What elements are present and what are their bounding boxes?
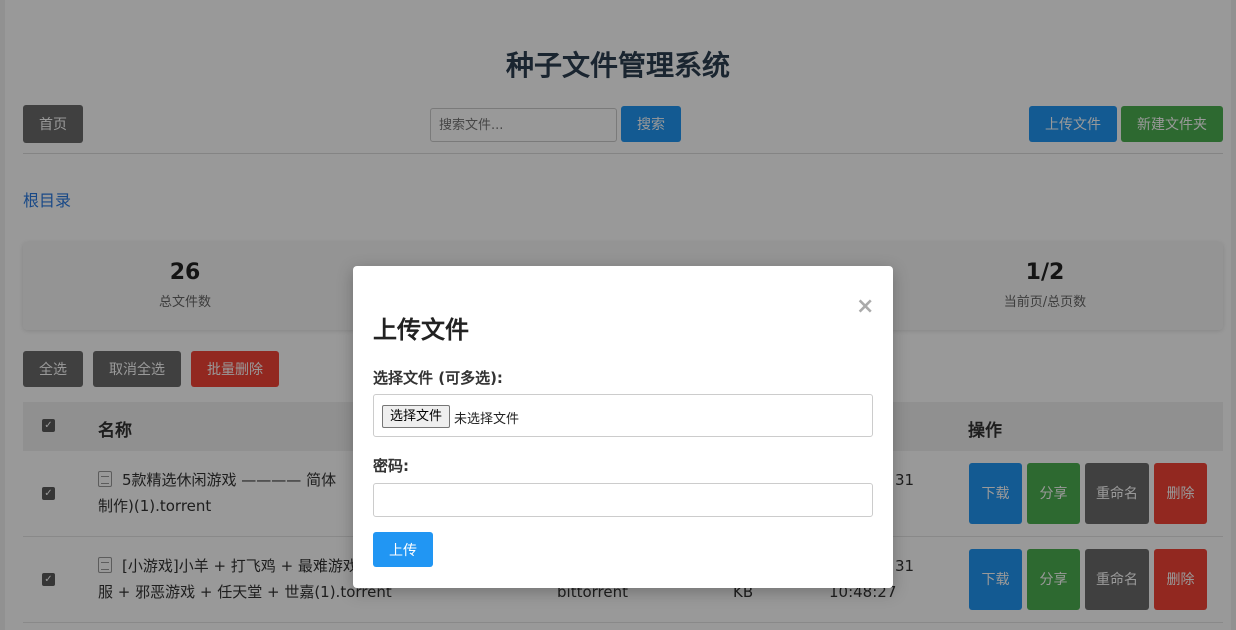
password-label: 密码: [373, 457, 409, 475]
password-field[interactable] [373, 483, 873, 517]
file-input[interactable]: 选择文件 未选择文件 [373, 394, 873, 437]
upload-modal: 上传文件 × 选择文件 (可多选): 选择文件 未选择文件 密码: 上传 [353, 266, 893, 588]
upload-submit-button[interactable]: 上传 [373, 532, 433, 567]
close-icon[interactable]: × [856, 294, 874, 319]
modal-title: 上传文件 [373, 316, 469, 344]
choose-file-button[interactable]: 选择文件 [382, 405, 451, 428]
file-field-label: 选择文件 (可多选): [373, 369, 503, 387]
file-status: 未选择文件 [454, 412, 520, 427]
